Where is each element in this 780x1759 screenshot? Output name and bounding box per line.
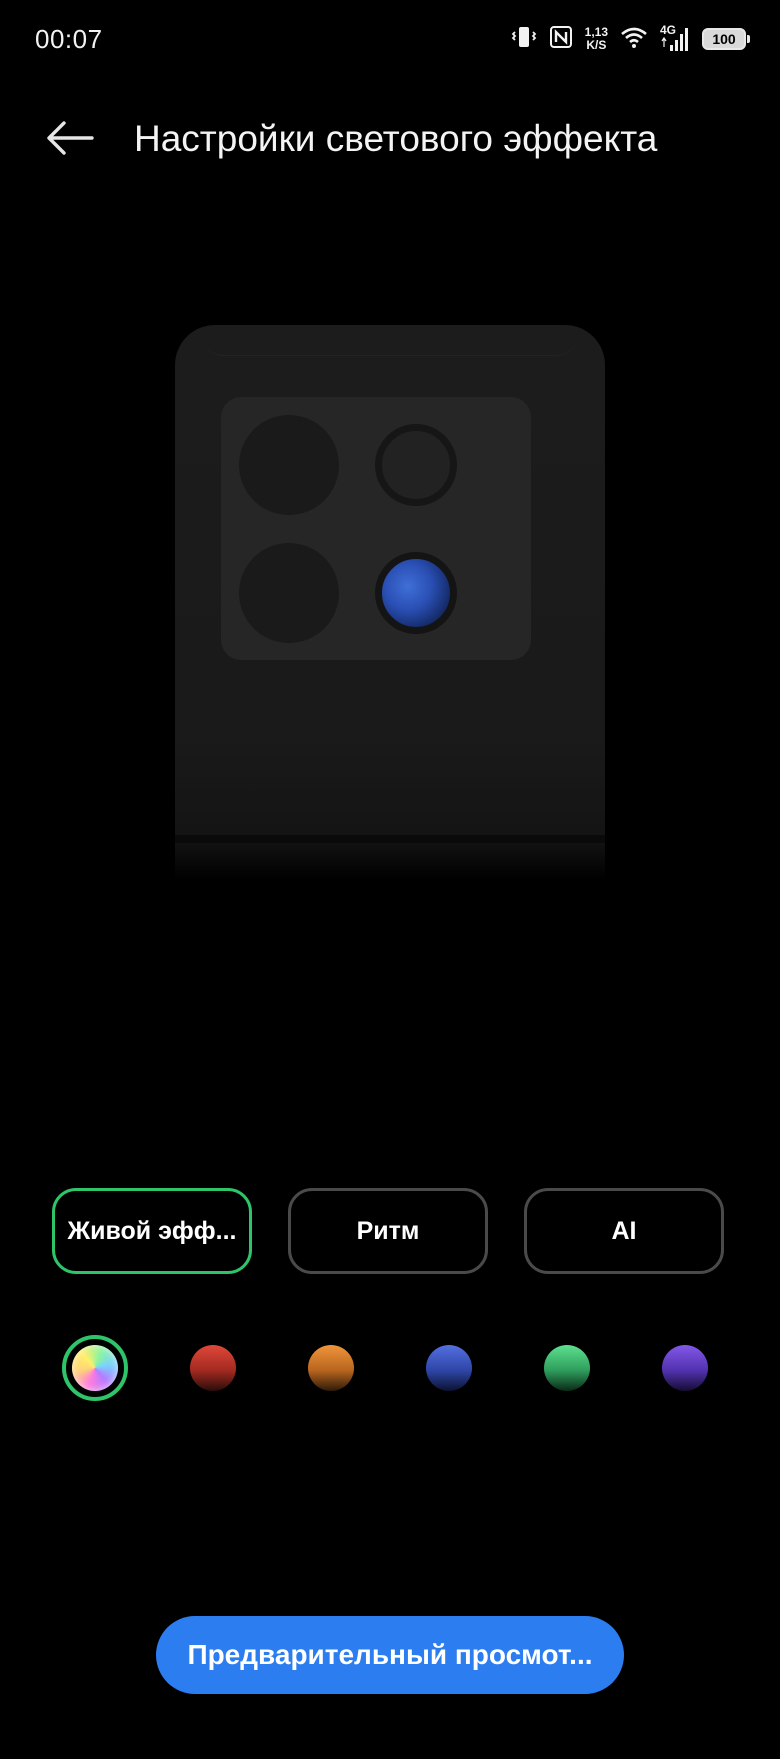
status-bar: 00:07 1,13 K/S 4G 100 — [0, 0, 780, 80]
page-title: Настройки светового эффекта — [134, 118, 658, 159]
mode-label: AI — [611, 1216, 637, 1245]
mode-rhythm-button[interactable]: Ритм — [288, 1188, 488, 1274]
nfc-icon — [549, 25, 573, 54]
phone-stand-shadow — [175, 835, 605, 880]
camera-lens-top-left — [239, 415, 339, 515]
battery-icon: 100 — [702, 28, 750, 50]
back-arrow-icon — [46, 120, 94, 161]
phone-preview — [175, 325, 605, 880]
light-effect-led — [375, 552, 457, 634]
mode-live-effect-button[interactable]: Живой эфф... — [52, 1188, 252, 1274]
vibrate-icon — [511, 24, 537, 55]
camera-module — [221, 397, 531, 660]
battery-level: 100 — [712, 31, 736, 47]
camera-lens-top-right — [375, 424, 457, 506]
net-speed: 1,13 K/S — [585, 26, 608, 52]
color-swatch-green[interactable] — [544, 1345, 590, 1391]
signal-icon: 4G — [660, 23, 690, 53]
mode-label: Ритм — [356, 1216, 420, 1245]
mode-label: Живой эфф... — [67, 1216, 237, 1245]
net-speed-unit: K/S — [586, 38, 607, 52]
preview-button[interactable]: Предварительный просмот... — [156, 1616, 624, 1694]
color-swatch-multicolor[interactable] — [72, 1345, 118, 1391]
preview-button-label: Предварительный просмот... — [187, 1639, 593, 1670]
header: Настройки светового эффекта — [0, 100, 780, 180]
phone-top-edge — [203, 325, 577, 356]
back-button[interactable] — [40, 114, 100, 166]
phone-back — [175, 325, 605, 835]
color-swatch-orange[interactable] — [308, 1345, 354, 1391]
status-time: 00:07 — [35, 24, 103, 54]
color-swatch-blue[interactable] — [426, 1345, 472, 1391]
color-selector — [60, 1334, 720, 1404]
color-swatch-red[interactable] — [190, 1345, 236, 1391]
wifi-icon — [620, 25, 648, 54]
mode-selector: Живой эфф... Ритм AI — [52, 1188, 728, 1274]
color-swatch-purple[interactable] — [662, 1345, 708, 1391]
mode-ai-button[interactable]: AI — [524, 1188, 724, 1274]
status-icons: 1,13 K/S 4G 100 — [511, 22, 750, 56]
camera-lens-bottom-left — [239, 543, 339, 643]
